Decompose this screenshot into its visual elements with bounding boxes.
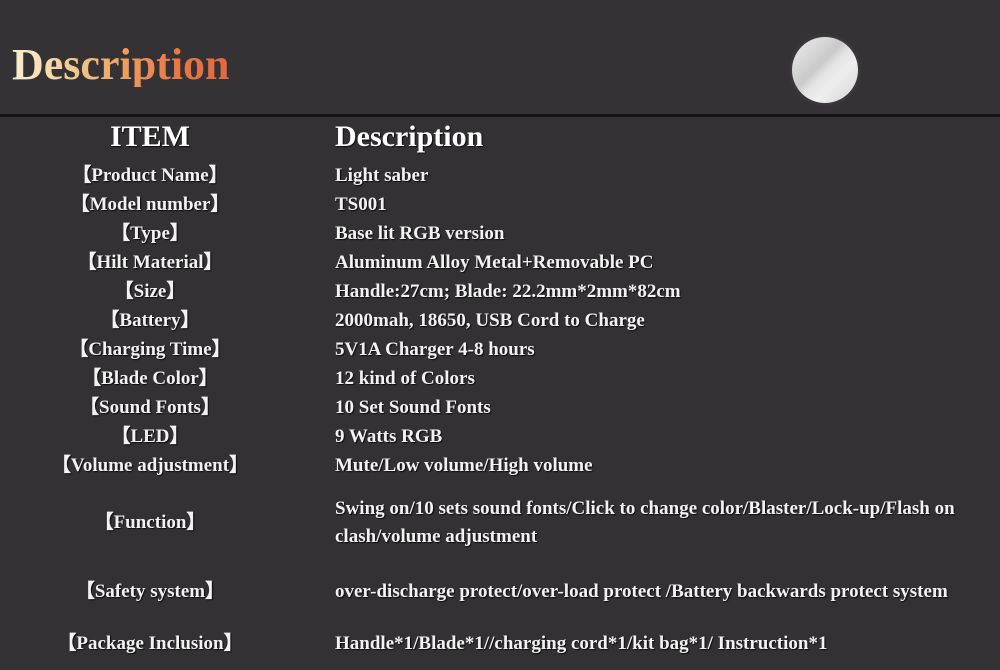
row-label: 【LED】 bbox=[111, 426, 189, 447]
table-row: 【Product Name】 Light saber bbox=[0, 161, 1000, 190]
table-row: 【Volume adjustment】 Mute/Low volume/High… bbox=[0, 451, 1000, 480]
table-row: 【Battery】 2000mah, 18650, USB Cord to Ch… bbox=[0, 306, 1000, 335]
row-label: 【Hilt Material】 bbox=[77, 252, 223, 273]
table-row: 【Model number】 TS001 bbox=[0, 190, 1000, 219]
table-row: 【Hilt Material】 Aluminum Alloy Metal+Rem… bbox=[0, 248, 1000, 277]
row-label: 【Sound Fonts】 bbox=[80, 397, 220, 418]
row-value: 10 Set Sound Fonts bbox=[335, 397, 491, 418]
row-label: 【Battery】 bbox=[100, 310, 200, 331]
row-value: over-discharge protect/over-load protect… bbox=[335, 581, 948, 602]
row-value: Handle:27cm; Blade: 22.2mm*2mm*82cm bbox=[335, 281, 681, 302]
row-value: Light saber bbox=[335, 165, 429, 186]
table-row: 【Safety system】 over-discharge protect/o… bbox=[0, 566, 1000, 618]
moon-circle-icon bbox=[792, 37, 858, 103]
row-value: Swing on/10 sets sound fonts/Click to ch… bbox=[335, 498, 955, 547]
row-value: Aluminum Alloy Metal+Removable PC bbox=[335, 252, 654, 273]
page-title: Description bbox=[12, 40, 230, 89]
column-header-description: Description bbox=[335, 120, 484, 153]
row-label: 【Type】 bbox=[111, 223, 189, 244]
header-band: Description bbox=[0, 0, 1000, 115]
row-label: 【Size】 bbox=[114, 281, 186, 302]
table-header-row: ITEM Description bbox=[0, 117, 1000, 161]
row-label: 【Charging Time】 bbox=[69, 339, 231, 360]
table-row: 【Charging Time】 5V1A Charger 4-8 hours bbox=[0, 335, 1000, 364]
row-label: 【Volume adjustment】 bbox=[51, 455, 249, 476]
row-label: 【Package Inclusion】 bbox=[57, 633, 243, 654]
row-value: Handle*1/Blade*1//charging cord*1/kit ba… bbox=[335, 633, 828, 654]
row-label: 【Product Name】 bbox=[72, 165, 228, 186]
description-page: Description ITEM Description 【Product Na… bbox=[0, 0, 1000, 665]
table-row: 【Package Inclusion】 Handle*1/Blade*1//ch… bbox=[0, 618, 1000, 670]
table-row: 【Blade Color】 12 kind of Colors bbox=[0, 364, 1000, 393]
row-label: 【Safety system】 bbox=[75, 581, 225, 602]
table-row: 【Sound Fonts】 10 Set Sound Fonts bbox=[0, 393, 1000, 422]
table-row: 【Function】 Swing on/10 sets sound fonts/… bbox=[0, 480, 1000, 566]
specification-table: ITEM Description 【Product Name】 Light sa… bbox=[0, 117, 1000, 670]
row-label: 【Model number】 bbox=[70, 194, 230, 215]
row-value: TS001 bbox=[335, 194, 387, 215]
column-header-item: ITEM bbox=[109, 120, 190, 153]
table-row: 【LED】 9 Watts RGB bbox=[0, 422, 1000, 451]
row-value: 5V1A Charger 4-8 hours bbox=[335, 339, 535, 360]
row-value: 2000mah, 18650, USB Cord to Charge bbox=[335, 310, 645, 331]
row-value: 9 Watts RGB bbox=[335, 426, 443, 447]
row-label: 【Blade Color】 bbox=[82, 368, 218, 389]
row-value: Base lit RGB version bbox=[335, 223, 505, 244]
row-value: Mute/Low volume/High volume bbox=[335, 455, 593, 476]
row-value: 12 kind of Colors bbox=[335, 368, 475, 389]
row-label: 【Function】 bbox=[94, 512, 206, 533]
table-row: 【Type】 Base lit RGB version bbox=[0, 219, 1000, 248]
table-row: 【Size】 Handle:27cm; Blade: 22.2mm*2mm*82… bbox=[0, 277, 1000, 306]
